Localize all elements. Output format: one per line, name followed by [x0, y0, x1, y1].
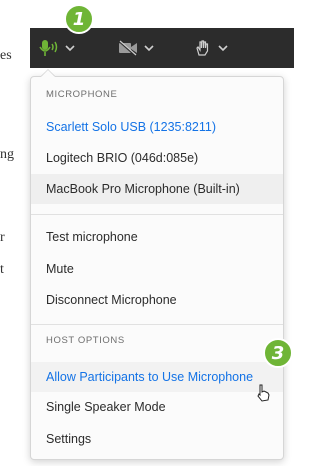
- microphone-menu: MICROPHONE Scarlett Solo USB (1235:8211)…: [30, 76, 284, 460]
- background-text-fragment: r: [0, 230, 5, 245]
- microphone-icon: [39, 40, 58, 56]
- disconnect-microphone-item[interactable]: Disconnect Microphone: [31, 286, 283, 314]
- background-text-fragment: t: [0, 262, 4, 277]
- chevron-down-icon: [65, 45, 75, 52]
- mute-item[interactable]: Mute: [31, 255, 283, 283]
- callout-badge: 1: [64, 4, 94, 34]
- meeting-toolbar: [30, 28, 294, 68]
- raise-hand-button[interactable]: [193, 36, 228, 60]
- background-text-fragment: es: [0, 48, 12, 63]
- chevron-down-icon: [218, 45, 228, 52]
- allow-participants-microphone-item[interactable]: Allow Participants to Use Microphone: [31, 362, 283, 392]
- single-speaker-mode-item[interactable]: Single Speaker Mode: [31, 393, 283, 421]
- microphone-section-header: MICROPHONE: [46, 89, 118, 100]
- camera-off-icon: [118, 40, 137, 56]
- hand-pointer-cursor-icon: [257, 384, 270, 402]
- device-option-scarlett[interactable]: Scarlett Solo USB (1235:8211): [31, 113, 283, 141]
- test-microphone-item[interactable]: Test microphone: [31, 223, 283, 251]
- hand-raise-icon: [196, 40, 209, 56]
- menu-divider: [31, 324, 283, 325]
- device-option-logitech[interactable]: Logitech BRIO (046d:085e): [31, 144, 283, 172]
- microphone-button[interactable]: [38, 36, 75, 60]
- host-options-section-header: HOST OPTIONS: [46, 335, 125, 346]
- menu-divider: [31, 214, 283, 215]
- settings-item[interactable]: Settings: [31, 425, 283, 453]
- menu-caret-inner: [41, 70, 55, 77]
- chevron-down-icon: [144, 45, 154, 52]
- camera-button[interactable]: [117, 36, 154, 60]
- device-option-macbook[interactable]: MacBook Pro Microphone (Built-in): [31, 174, 283, 204]
- background-text-fragment: ng: [0, 147, 14, 162]
- callout-badge: 3: [263, 338, 293, 368]
